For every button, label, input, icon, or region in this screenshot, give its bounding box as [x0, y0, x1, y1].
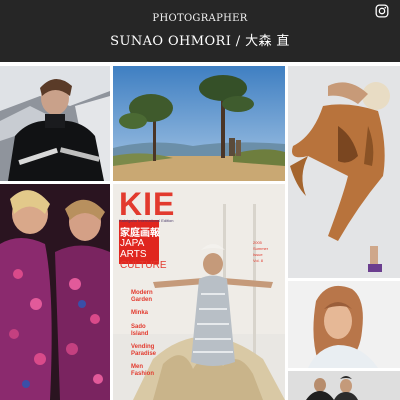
magazine-article-8: Men: [131, 364, 143, 370]
magazine-headline-2: ARTS: [120, 249, 147, 260]
magazine-article-3: Minka: [131, 310, 149, 316]
ski-portrait-image: [0, 66, 110, 181]
woman-portrait-image: [288, 281, 400, 368]
magazine-article-5: Island: [131, 331, 149, 337]
instagram-icon[interactable]: [375, 4, 389, 18]
magazine-headline-1: JAPA: [120, 238, 145, 249]
magazine-issue-1: 2005: [253, 240, 262, 245]
gallery-tile-woman-portrait[interactable]: [288, 281, 400, 368]
magazine-subtitle: Kateigaho International Edition: [119, 218, 174, 223]
magazine-issue-4: Vol. 8: [253, 258, 264, 263]
magazine-logo: KIE: [119, 186, 176, 222]
magazine-article-1: Modern: [131, 290, 153, 296]
magazine-article-2: Garden: [131, 297, 153, 303]
gallery-tile-couple[interactable]: [288, 371, 400, 400]
magazine-article-6: Vending: [131, 344, 155, 350]
site-header: PHOTOGRAPHER SUNAO OHMORI / 大森 直: [0, 0, 400, 62]
site-kicker: PHOTOGRAPHER: [152, 13, 248, 24]
magazine-article-7: Paradise: [131, 351, 157, 357]
magazine-article-9: Fashion: [131, 371, 155, 377]
magazine-issue-3: Issue: [253, 252, 263, 257]
magazine-article-4: Sado: [131, 324, 146, 330]
landscape-image: [113, 66, 285, 181]
dancer-image: [288, 66, 400, 278]
gallery-tile-dancer[interactable]: [288, 66, 400, 278]
gallery-tile-magazine[interactable]: KIE Kateigaho International Edition 家庭画報…: [113, 184, 285, 400]
magazine-kanji: 家庭画報: [120, 228, 160, 239]
couple-image: [288, 371, 400, 400]
gallery-tile-landscape[interactable]: [113, 66, 285, 181]
photo-gallery: KIE Kateigaho International Edition 家庭画報…: [0, 62, 400, 400]
magazine-headline-3: CULTURE: [120, 260, 167, 271]
gallery-tile-fashion[interactable]: [0, 184, 110, 400]
site-title[interactable]: SUNAO OHMORI / 大森 直: [0, 30, 400, 49]
magazine-issue-2: Summer: [253, 246, 269, 251]
gallery-tile-ski-portrait[interactable]: [0, 66, 110, 181]
fashion-image: [0, 184, 110, 400]
